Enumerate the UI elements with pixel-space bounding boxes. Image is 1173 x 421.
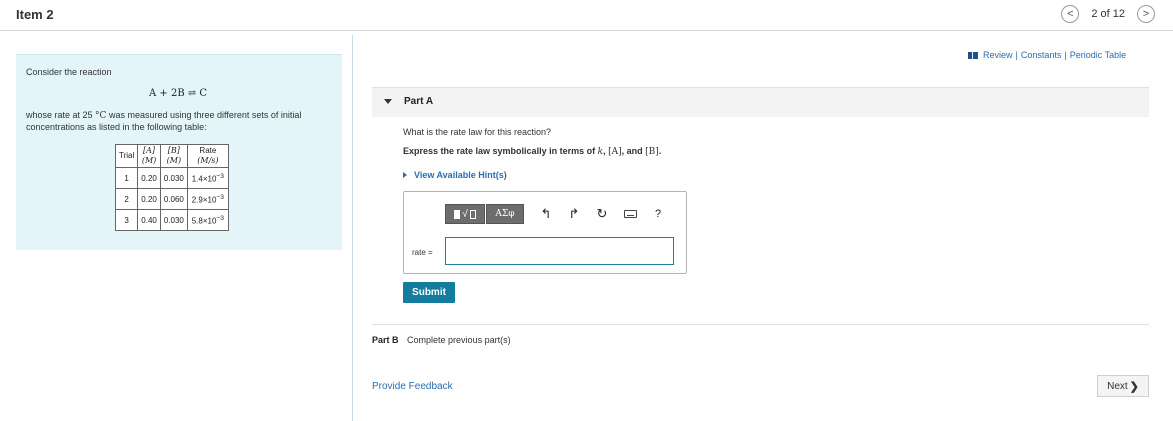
part-b-label: Part B: [372, 335, 399, 345]
hint-label: View Available Hint(s): [414, 170, 507, 180]
undo-icon[interactable]: ↰: [532, 204, 560, 224]
problem-intro: Consider the reaction: [26, 67, 112, 77]
cell-b: 0.030: [159, 167, 188, 189]
top-bar: Item 2 < 2 of 12 >: [0, 0, 1173, 31]
redo-icon[interactable]: ↱: [560, 204, 588, 224]
table-header-trial: Trial: [114, 144, 139, 168]
table-header-rate: Rate (M/s): [186, 144, 229, 168]
periodic-table-link[interactable]: Periodic Table: [1070, 50, 1126, 60]
chevron-right-icon: ❯: [1129, 380, 1139, 393]
part-b-status: Complete previous part(s): [407, 335, 511, 345]
next-item-button[interactable]: >: [1137, 5, 1155, 23]
instruction-text: Express the rate law symbolically in ter…: [403, 146, 662, 157]
item-title: Item 2: [16, 7, 54, 22]
part-b-row: Part B Complete previous part(s): [372, 335, 511, 345]
part-a-header[interactable]: Part A: [372, 87, 1149, 117]
cell-a: 0.20: [137, 188, 161, 210]
greek-symbols-button[interactable]: ΑΣφ: [486, 204, 524, 224]
table-row: 2 0.20 0.060 2.9×10−3: [114, 188, 229, 210]
caret-down-icon: [384, 99, 392, 104]
provide-feedback-link[interactable]: Provide Feedback: [372, 381, 453, 392]
keyboard-shortcuts-button[interactable]: [616, 204, 644, 224]
cell-rate: 1.4×10−3: [186, 167, 229, 189]
panel-divider: [352, 35, 353, 421]
rate-answer-input[interactable]: [445, 237, 674, 265]
previous-item-button[interactable]: <: [1061, 5, 1080, 23]
caret-right-icon: [403, 172, 407, 178]
reaction-equation: A + 2B ⇌ C: [149, 88, 208, 99]
chevron-right-icon: >: [1142, 7, 1150, 20]
cell-rate: 5.8×10−3: [186, 209, 229, 231]
link-separator: |: [1064, 50, 1067, 60]
keyboard-icon: [623, 210, 637, 218]
book-icon: [968, 51, 978, 59]
cell-b: 0.060: [159, 188, 188, 210]
answer-box: √ ΑΣφ ↰ ↱ ↻ ? rate =: [403, 191, 687, 274]
reset-icon[interactable]: ↻: [588, 204, 616, 224]
problem-description: whose rate at 25 °C was measured using t…: [26, 110, 302, 132]
cell-a: 0.20: [137, 167, 161, 189]
templates-button[interactable]: √: [445, 204, 485, 224]
rate-data-table: Trial [A] (M) [B] (M) Rate (M/s) 1 0.20 0.0…: [114, 144, 229, 231]
submit-button[interactable]: Submit: [403, 282, 455, 303]
cell-trial: 1: [114, 167, 139, 189]
cell-a: 0.40: [137, 209, 161, 231]
section-divider: [372, 324, 1149, 325]
part-a-label: Part A: [404, 96, 434, 107]
template-box-icon: [454, 209, 461, 219]
sqrt-icon: √: [462, 208, 468, 220]
table-row: 1 0.20 0.030 1.4×10−3: [114, 167, 229, 189]
math-toolbar: √ ΑΣφ ↰ ↱ ↻ ?: [445, 203, 672, 225]
cell-trial: 2: [114, 188, 139, 210]
cell-b: 0.030: [159, 209, 188, 231]
question-text: What is the rate law for this reaction?: [403, 127, 552, 137]
rate-label: rate =: [412, 248, 433, 257]
table-row: 3 0.40 0.030 5.8×10−3: [114, 209, 229, 231]
review-link[interactable]: Review: [983, 50, 1013, 60]
help-icon[interactable]: ?: [644, 204, 672, 224]
next-button[interactable]: Next ❯: [1097, 375, 1149, 397]
next-label: Next: [1107, 380, 1128, 392]
pager: < 2 of 12 >: [1061, 5, 1155, 23]
cell-trial: 3: [114, 209, 139, 231]
chevron-left-icon: <: [1067, 7, 1074, 20]
constants-link[interactable]: Constants: [1021, 50, 1062, 60]
cell-rate: 2.9×10−3: [186, 188, 229, 210]
resource-links: Review | Constants | Periodic Table: [968, 50, 1126, 60]
table-header-b: [B] (M): [159, 144, 188, 168]
link-separator: |: [1015, 50, 1018, 60]
template-box-icon: [469, 209, 476, 219]
table-header-a: [A] (M): [137, 144, 161, 168]
problem-panel: Consider the reaction A + 2B ⇌ C whose r…: [16, 54, 342, 250]
view-hints-link[interactable]: View Available Hint(s): [403, 170, 507, 180]
pager-text: 2 of 12: [1091, 8, 1125, 20]
